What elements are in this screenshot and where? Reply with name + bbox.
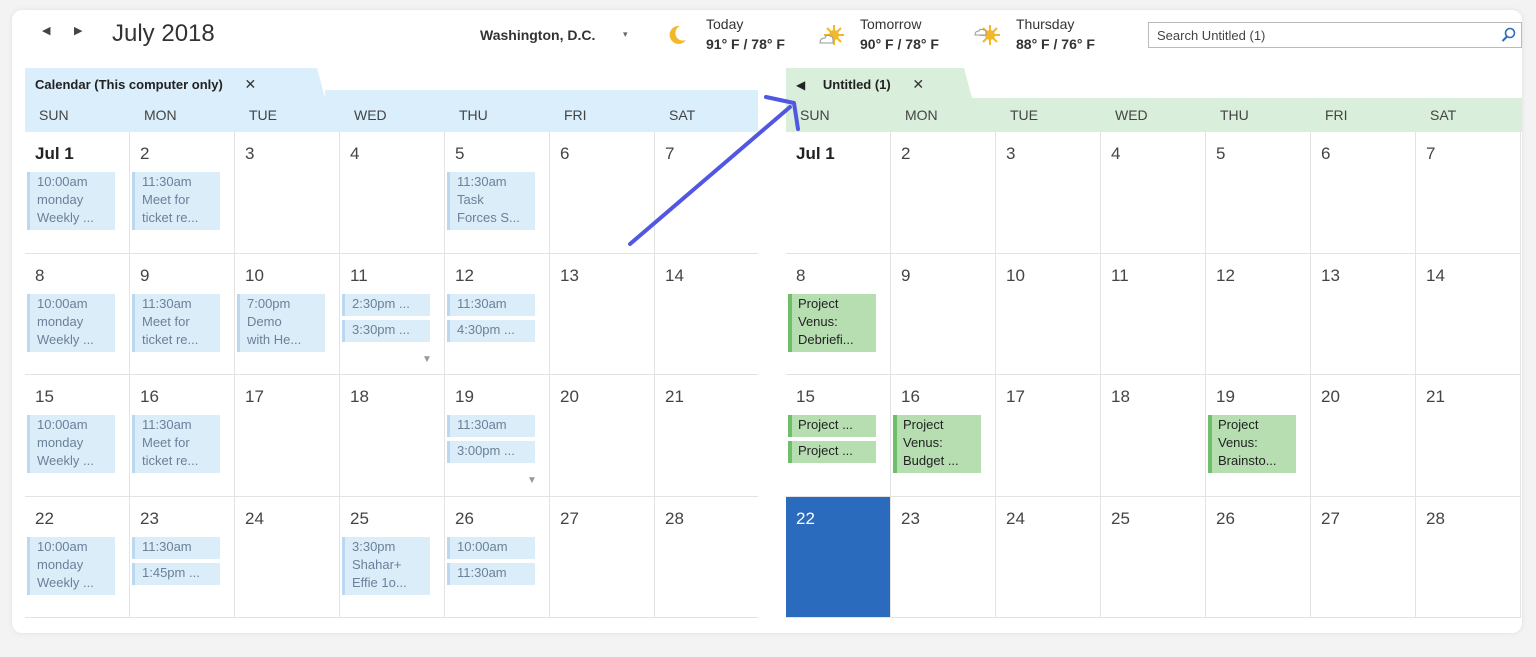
annotation-arrow <box>628 95 800 246</box>
outlook-calendar-window: ◀ ▶ July 2018 Washington, D.C. ▾ Today 9… <box>12 10 1522 633</box>
